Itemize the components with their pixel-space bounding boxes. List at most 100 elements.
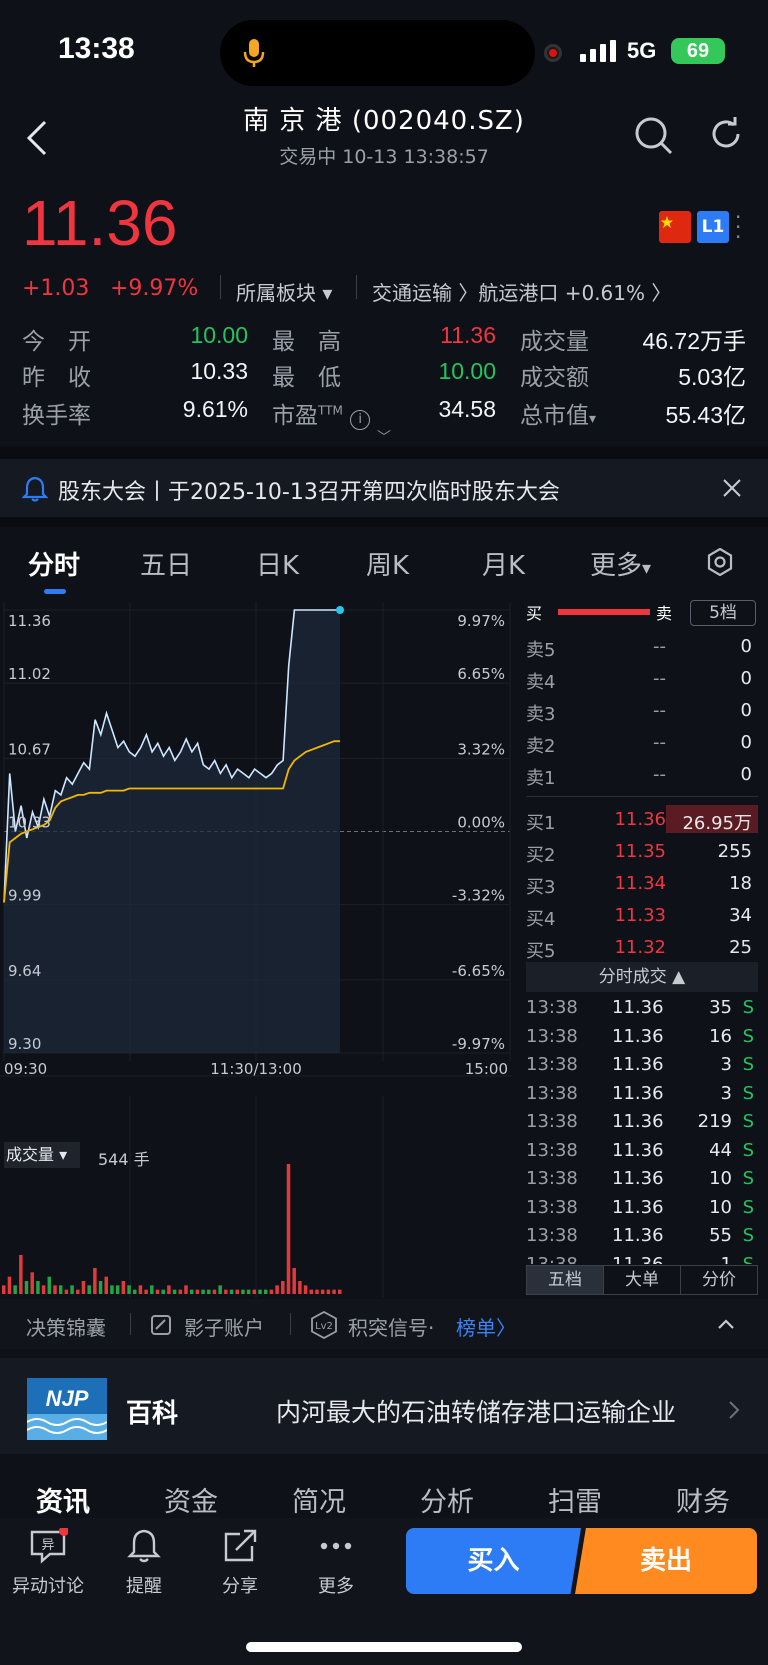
stat-label-pe[interactable]: 市盈TTM i bbox=[272, 396, 371, 430]
bid-level-1[interactable]: 买1 11.36 26.95万 bbox=[526, 805, 758, 835]
volume-selector[interactable]: 成交量 ▾ bbox=[4, 1142, 80, 1168]
tick-row: 13:38 11.36 55 S bbox=[526, 1222, 758, 1251]
share-label[interactable]: 分享 bbox=[192, 1572, 288, 1598]
refresh-icon[interactable] bbox=[708, 116, 744, 152]
tab-weekly-k[interactable]: 周K bbox=[366, 545, 409, 582]
discussion-icon[interactable]: 异 bbox=[28, 1528, 68, 1564]
y-tick-right: 9.97% bbox=[457, 612, 505, 630]
stat-label-open: 今 开 bbox=[22, 329, 91, 355]
tab-analysis[interactable]: 分析 bbox=[420, 1480, 474, 1519]
notice-text[interactable]: 股东大会丨于2025-10-13召开第四次临时股东大会 bbox=[58, 474, 560, 506]
sector-dropdown[interactable]: 所属板块 ▾ bbox=[236, 277, 332, 306]
volume-bar bbox=[144, 1289, 148, 1294]
tab-financials[interactable]: 财务 bbox=[676, 1480, 730, 1519]
last-price-dot bbox=[336, 606, 344, 614]
tick-price: 11.36 bbox=[612, 1196, 664, 1218]
breakout-signal-link[interactable]: 积突信号· bbox=[348, 1312, 434, 1341]
volume-label: 成交量 bbox=[6, 1145, 55, 1164]
expand-chevron-icon[interactable]: ﹀ bbox=[377, 427, 391, 447]
volume-bar bbox=[315, 1289, 319, 1294]
volume-bar bbox=[207, 1289, 211, 1294]
caret-down-icon: ▾ bbox=[59, 1145, 68, 1164]
status-time: 13:38 bbox=[58, 32, 135, 65]
tab-intraday[interactable]: 分时 bbox=[28, 545, 80, 582]
level-volume: 0 bbox=[740, 700, 752, 721]
search-icon[interactable] bbox=[634, 116, 674, 156]
bid-level-5[interactable]: 买5 11.32 25 bbox=[526, 933, 758, 963]
ticks-header[interactable]: 分时成交 ▲ bbox=[526, 962, 758, 992]
reminder-label[interactable]: 提醒 bbox=[96, 1572, 192, 1598]
level-label: 卖2 bbox=[526, 736, 556, 757]
ask-level-3[interactable]: 卖3 -- 0 bbox=[526, 696, 758, 726]
more-options-icon[interactable]: · · · bbox=[735, 207, 741, 247]
tab-more[interactable]: 更多▾ bbox=[590, 545, 651, 582]
chevron-right-icon[interactable] bbox=[728, 1400, 740, 1420]
section-divider bbox=[0, 447, 768, 459]
volume-bar bbox=[241, 1289, 245, 1294]
volume-bar bbox=[30, 1272, 34, 1294]
tab-daily-k[interactable]: 日K bbox=[256, 545, 299, 582]
tab-risk-scan[interactable]: 扫雷 bbox=[548, 1480, 602, 1519]
buy-button[interactable]: 买入 bbox=[406, 1528, 581, 1594]
tick-row: 13:38 11.36 16 S bbox=[526, 1023, 758, 1052]
buy-label: 买 bbox=[526, 604, 543, 623]
volume-bar bbox=[303, 1285, 308, 1294]
bid-level-3[interactable]: 买3 11.34 18 bbox=[526, 869, 758, 899]
tab-large-orders[interactable]: 大单 bbox=[604, 1266, 681, 1294]
close-icon[interactable] bbox=[722, 478, 742, 498]
sell-label: 卖 bbox=[656, 604, 673, 623]
volume-bar bbox=[189, 1289, 194, 1294]
y-tick-left: 9.30 bbox=[8, 1035, 41, 1053]
tab-news[interactable]: 资讯 bbox=[36, 1480, 90, 1519]
sell-button[interactable]: 卖出 bbox=[575, 1528, 757, 1594]
decision-kit-link[interactable]: 决策锦囊 bbox=[26, 1312, 106, 1341]
more-label[interactable]: 更多 bbox=[288, 1572, 384, 1598]
ask-level-4[interactable]: 卖2 -- 0 bbox=[526, 728, 758, 758]
share-icon[interactable] bbox=[220, 1528, 260, 1564]
bid-level-4[interactable]: 买4 11.33 34 bbox=[526, 901, 758, 931]
tab-five-day[interactable]: 五日 bbox=[140, 545, 192, 582]
level-volume: 18 bbox=[729, 873, 752, 894]
ask-level-1[interactable]: 卖5 -- 0 bbox=[526, 632, 758, 662]
tab-profile[interactable]: 简况 bbox=[292, 1480, 346, 1519]
y-tick-left: 11.36 bbox=[8, 612, 51, 630]
settings-hexagon-icon[interactable] bbox=[706, 548, 734, 576]
tab-five-levels[interactable]: 五档 bbox=[527, 1266, 604, 1294]
ask-level-2[interactable]: 卖4 -- 0 bbox=[526, 664, 758, 694]
ask-level-5[interactable]: 卖1 -- 0 bbox=[526, 760, 758, 790]
level-price: 11.36 bbox=[614, 809, 666, 830]
china-flag-icon bbox=[659, 211, 691, 243]
bid-level-2[interactable]: 买2 11.35 255 bbox=[526, 837, 758, 867]
tick-time: 13:38 bbox=[526, 1082, 578, 1104]
volume-bar bbox=[138, 1285, 143, 1294]
ticks-list[interactable]: 13:38 11.36 35 S 13:38 11.36 16 S 13:38 11.36 3 S 13… bbox=[526, 994, 758, 1264]
tab-price-distribution[interactable]: 分价 bbox=[681, 1266, 757, 1294]
info-icon[interactable]: i bbox=[350, 410, 371, 430]
home-indicator bbox=[246, 1642, 522, 1652]
stat-value-turnover-rate: 9.61% bbox=[182, 396, 248, 422]
depth-selector[interactable]: 5档 bbox=[690, 600, 756, 626]
bell-icon[interactable] bbox=[124, 1528, 164, 1564]
volume-bar bbox=[224, 1289, 228, 1294]
ranking-link[interactable]: 榜单〉 bbox=[456, 1312, 516, 1341]
stat-label-market-cap[interactable]: 总市值▾ bbox=[520, 396, 596, 430]
tick-price: 11.36 bbox=[612, 1253, 664, 1265]
more-dots-icon[interactable] bbox=[316, 1528, 356, 1564]
discussion-label[interactable]: 异动讨论 bbox=[0, 1572, 96, 1598]
stat-value-pe: 34.58 bbox=[438, 396, 496, 422]
volume-bar bbox=[201, 1289, 205, 1294]
tick-time: 13:38 bbox=[526, 1054, 578, 1075]
chevron-up-icon[interactable] bbox=[718, 1318, 734, 1330]
sector-path-link[interactable]: 交通运输 〉航运港口 +0.61% 〉 bbox=[372, 277, 671, 306]
tick-price: 11.36 bbox=[612, 1082, 664, 1104]
tick-volume: 16 bbox=[709, 1025, 732, 1047]
stat-value-low: 10.00 bbox=[438, 358, 496, 384]
logo-text: NJP bbox=[46, 1386, 89, 1411]
volume-bar bbox=[7, 1276, 12, 1294]
level1-badge[interactable]: L1 bbox=[697, 211, 729, 243]
tab-capital[interactable]: 资金 bbox=[164, 1480, 218, 1519]
intraday-chart[interactable]: 11.36 9.97% 11.02 6.65% 10.67 3.32% 10.33 0.00%… bbox=[0, 598, 512, 1298]
shadow-account-link[interactable]: 影子账户 bbox=[184, 1312, 264, 1341]
tab-monthly-k[interactable]: 月K bbox=[482, 545, 525, 582]
tab-indicator bbox=[44, 589, 66, 594]
